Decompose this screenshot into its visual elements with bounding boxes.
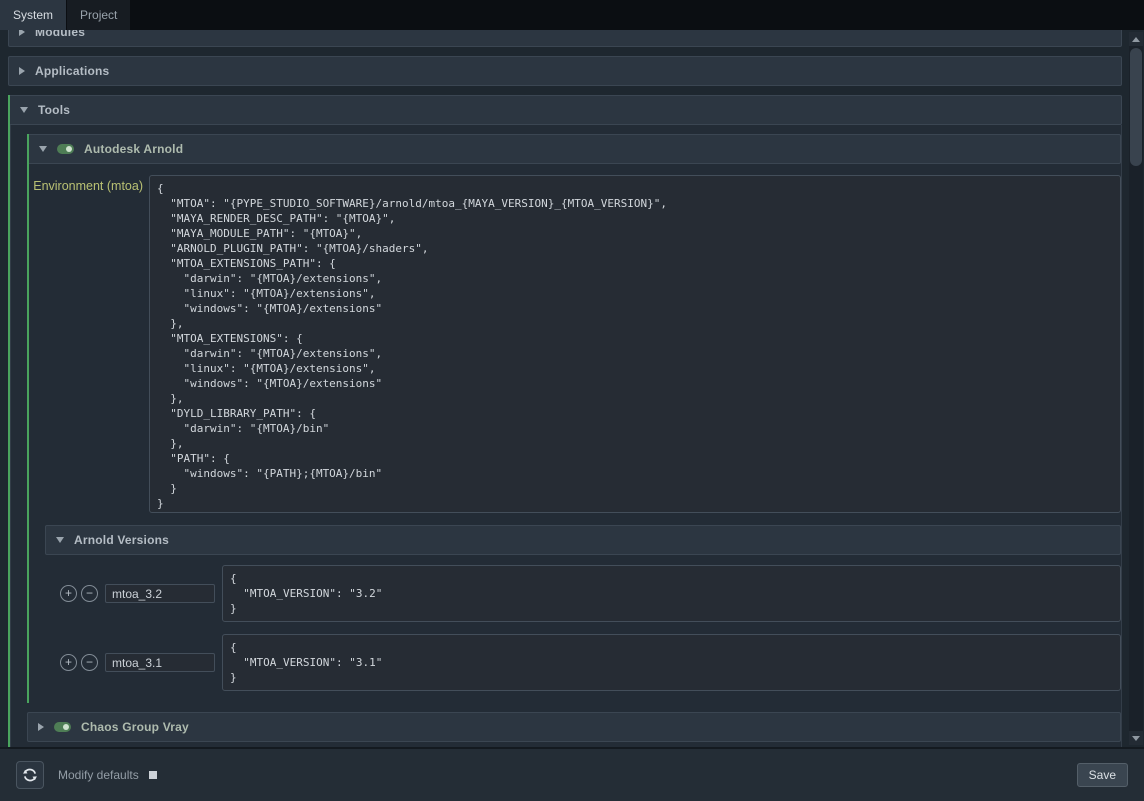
section-title-autodesk-arnold: Autodesk Arnold [84, 142, 183, 156]
tab-system-label: System [13, 8, 53, 22]
scrollbar-thumb[interactable] [1130, 48, 1142, 166]
save-button[interactable]: Save [1077, 763, 1128, 787]
section-header-tools[interactable]: Tools [10, 95, 1122, 125]
version-row: + − { "MTOA_VERSION": "3.2" } [45, 565, 1121, 622]
version-row: + − { "MTOA_VERSION": "3.1" } [45, 634, 1121, 691]
section-modules: Modules [8, 30, 1122, 47]
settings-scroll-area: Modules Applications Tools [0, 30, 1144, 747]
caret-down-icon [20, 107, 28, 113]
environment-row: Environment (mtoa) { "MTOA": "{PYPE_STUD… [15, 175, 1121, 513]
version-json-textarea[interactable]: { "MTOA_VERSION": "3.1" } [222, 634, 1121, 691]
refresh-icon [22, 767, 38, 783]
settings-window: System Project Modules Applications [0, 0, 1144, 801]
scroll-down-button[interactable] [1129, 731, 1143, 745]
scrollbar-track[interactable] [1129, 46, 1143, 731]
caret-right-icon [19, 67, 25, 75]
section-applications: Applications [8, 56, 1122, 86]
section-header-chaos-group-vray[interactable]: Chaos Group Vray [27, 712, 1121, 742]
version-key-input[interactable] [105, 584, 215, 603]
tab-system[interactable]: System [0, 0, 67, 30]
enabled-toggle-icon[interactable] [57, 144, 74, 154]
section-title-tools: Tools [38, 103, 70, 117]
scroll-up-button[interactable] [1129, 32, 1143, 46]
tabbar: System Project [0, 0, 1144, 30]
tools-body: Autodesk Arnold Environment (mtoa) { "MT… [10, 125, 1122, 747]
environment-json-textarea[interactable]: { "MTOA": "{PYPE_STUDIO_SOFTWARE}/arnold… [149, 175, 1121, 513]
section-chaos-group-vray: Chaos Group Vray [27, 712, 1121, 742]
refresh-button[interactable] [16, 761, 44, 789]
caret-down-icon [56, 537, 64, 543]
section-title-arnold-versions: Arnold Versions [74, 533, 169, 547]
tab-project[interactable]: Project [67, 0, 131, 30]
section-title-modules: Modules [35, 30, 85, 39]
modify-defaults-indicator[interactable] [149, 771, 157, 779]
section-header-applications[interactable]: Applications [8, 56, 1122, 86]
add-item-button[interactable]: + [60, 585, 77, 602]
version-key-input[interactable] [105, 653, 215, 672]
arrow-up-icon [1132, 37, 1140, 42]
modify-defaults-label: Modify defaults [58, 768, 139, 782]
section-header-autodesk-arnold[interactable]: Autodesk Arnold [29, 134, 1121, 164]
version-json-textarea[interactable]: { "MTOA_VERSION": "3.2" } [222, 565, 1121, 622]
section-header-arnold-versions[interactable]: Arnold Versions [45, 525, 1121, 555]
caret-right-icon [38, 723, 44, 731]
environment-label: Environment (mtoa) [15, 175, 149, 193]
vertical-scrollbar[interactable] [1129, 32, 1143, 745]
add-item-button[interactable]: + [60, 654, 77, 671]
section-arnold-versions: Arnold Versions + − { "MTOA_VERSION": "3… [45, 525, 1121, 691]
section-header-modules[interactable]: Modules [8, 30, 1122, 47]
remove-item-button[interactable]: − [81, 654, 98, 671]
enabled-toggle-icon[interactable] [54, 722, 71, 732]
arrow-down-icon [1132, 736, 1140, 741]
settings-content: Modules Applications Tools [0, 30, 1144, 747]
remove-item-button[interactable]: − [81, 585, 98, 602]
caret-right-icon [19, 30, 25, 36]
section-autodesk-arnold: Autodesk Arnold Environment (mtoa) { "MT… [27, 134, 1121, 703]
section-tools: Tools Autodesk Arnold Environ [8, 95, 1122, 747]
tab-project-label: Project [80, 8, 117, 22]
footer-bar: Modify defaults Save [0, 747, 1144, 801]
caret-down-icon [39, 146, 47, 152]
section-title-chaos-group-vray: Chaos Group Vray [81, 720, 189, 734]
arnold-versions-body: + − { "MTOA_VERSION": "3.2" } + − [45, 555, 1121, 691]
section-title-applications: Applications [35, 64, 109, 78]
autodesk-arnold-body: Environment (mtoa) { "MTOA": "{PYPE_STUD… [29, 164, 1121, 703]
